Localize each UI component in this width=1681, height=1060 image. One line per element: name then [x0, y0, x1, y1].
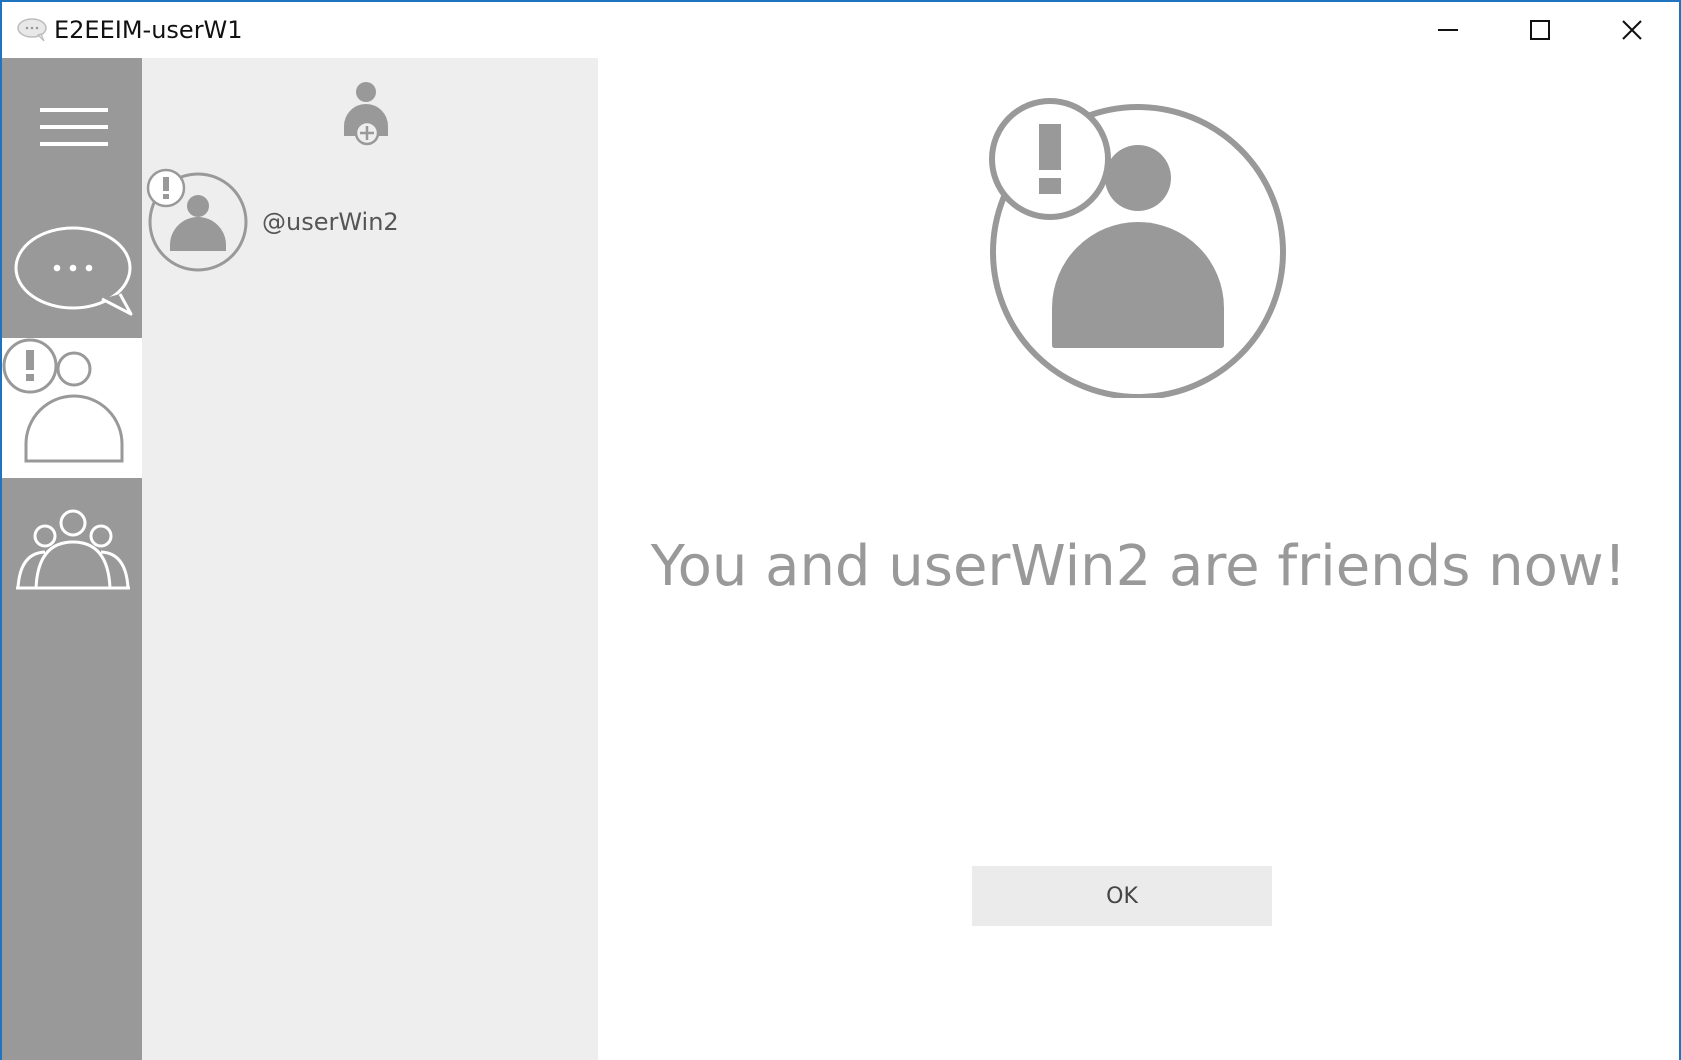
- rail-item-menu[interactable]: [2, 58, 142, 198]
- rail-item-friend-requests[interactable]: [2, 338, 142, 478]
- title-bar[interactable]: E2EEIM-userW1: [2, 2, 1679, 58]
- list-item[interactable]: @userWin2: [142, 168, 598, 272]
- add-user-icon: [344, 82, 388, 146]
- window-title: E2EEIM-userW1: [54, 16, 243, 44]
- user-alert-icon: [989, 98, 1286, 398]
- rail-item-groups[interactable]: [2, 478, 142, 618]
- hamburger-menu-icon: [40, 108, 108, 146]
- close-icon: [1622, 20, 1642, 40]
- close-button[interactable]: [1586, 2, 1678, 58]
- user-alert-icon: [146, 168, 248, 272]
- chat-bubble-icon: [17, 18, 47, 42]
- maximize-button[interactable]: [1494, 2, 1586, 58]
- confirmation-message: You and userWin2 are friends now!: [650, 534, 1627, 599]
- main-content: You and userWin2 are friends now! OK: [598, 58, 1679, 1060]
- ok-button[interactable]: OK: [972, 866, 1272, 926]
- add-friend-button[interactable]: [338, 80, 394, 146]
- app-window: E2EEIM-userW1 @userWin2 You and userWin2…: [0, 0, 1681, 1060]
- chat-bubble-icon: [14, 226, 133, 316]
- group-icon: [16, 509, 130, 590]
- rail-item-chats[interactable]: [2, 198, 142, 338]
- contact-list-panel: @userWin2: [142, 58, 598, 1060]
- maximize-icon: [1530, 20, 1550, 40]
- minimize-button[interactable]: [1402, 2, 1494, 58]
- minimize-icon: [1438, 29, 1458, 31]
- contact-name: @userWin2: [262, 208, 399, 236]
- nav-rail: [2, 58, 142, 1060]
- user-alert-icon: [2, 338, 124, 463]
